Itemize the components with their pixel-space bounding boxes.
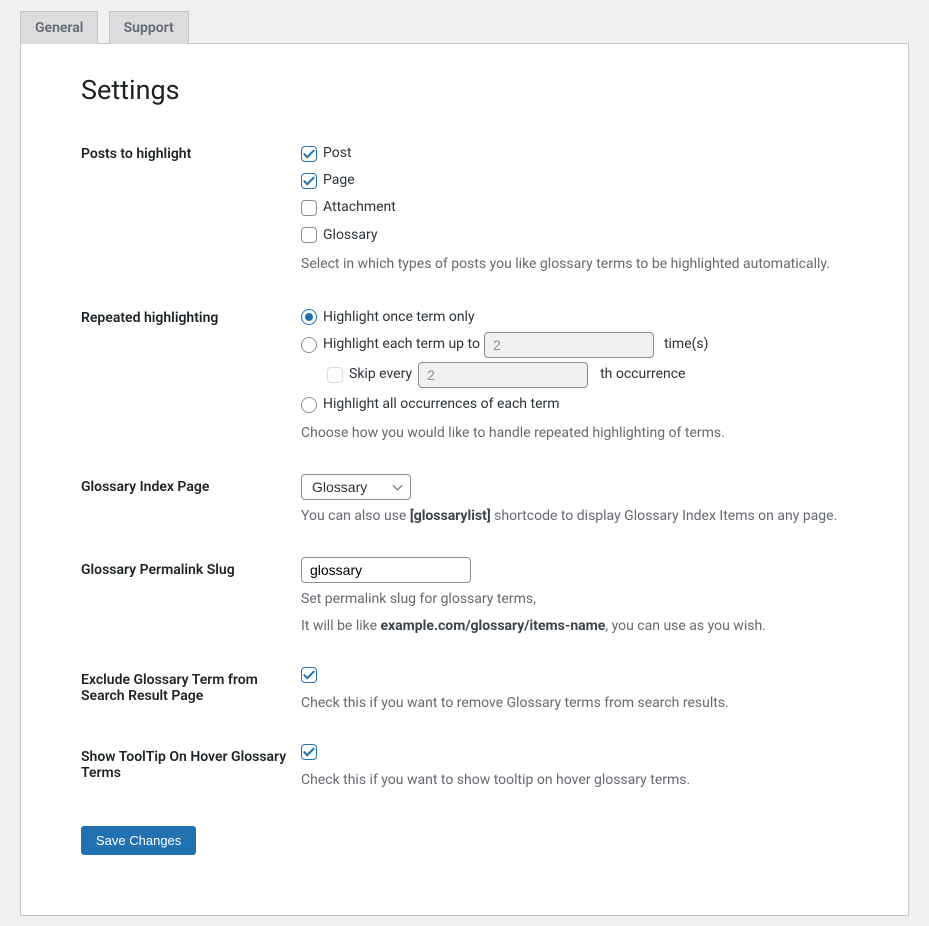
input-permalink-slug[interactable] bbox=[301, 557, 471, 583]
checkbox-show-tooltip[interactable] bbox=[301, 744, 317, 760]
checkbox-skip-every-label-post: th occurrence bbox=[600, 362, 685, 387]
radio-highlight-once[interactable] bbox=[301, 309, 317, 325]
desc-repeated-highlighting: Choose how you would like to handle repe… bbox=[301, 423, 838, 444]
desc-show-tooltip: Check this if you want to show tooltip o… bbox=[301, 770, 838, 791]
input-upto-times[interactable] bbox=[484, 332, 654, 358]
checkbox-glossary[interactable] bbox=[301, 227, 317, 243]
label-exclude-search: Exclude Glossary Term from Search Result… bbox=[81, 652, 301, 729]
label-permalink-slug: Glossary Permalink Slug bbox=[81, 542, 301, 652]
save-changes-button[interactable]: Save Changes bbox=[81, 826, 196, 855]
label-posts-to-highlight: Posts to highlight bbox=[81, 126, 301, 290]
checkbox-glossary-label[interactable]: Glossary bbox=[323, 223, 377, 248]
desc-posts-to-highlight: Select in which types of posts you like … bbox=[301, 254, 838, 275]
radio-highlight-upto-label-pre[interactable]: Highlight each term up to bbox=[323, 332, 480, 357]
select-index-page[interactable]: Glossary bbox=[301, 474, 411, 500]
radio-highlight-upto-label-post: time(s) bbox=[664, 332, 709, 357]
desc-exclude-search: Check this if you want to remove Glossar… bbox=[301, 693, 838, 714]
desc-permalink-slug-2: It will be like example.com/glossary/ite… bbox=[301, 616, 838, 637]
radio-highlight-once-label[interactable]: Highlight once term only bbox=[323, 305, 475, 330]
page-title: Settings bbox=[81, 74, 848, 106]
checkbox-exclude-search[interactable] bbox=[301, 667, 317, 683]
label-repeated-highlighting: Repeated highlighting bbox=[81, 290, 301, 459]
checkbox-post-label[interactable]: Post bbox=[323, 141, 352, 166]
checkbox-attachment[interactable] bbox=[301, 200, 317, 216]
radio-highlight-all-label[interactable]: Highlight all occurrences of each term bbox=[323, 392, 560, 417]
label-show-tooltip: Show ToolTip On Hover Glossary Terms bbox=[81, 729, 301, 806]
input-skip-every[interactable] bbox=[418, 362, 588, 388]
desc-index-page: You can also use [glossarylist] shortcod… bbox=[301, 506, 838, 527]
settings-panel: Settings Posts to highlight Post Page bbox=[20, 44, 909, 916]
checkbox-page[interactable] bbox=[301, 173, 317, 189]
checkbox-skip-every-label-pre[interactable]: Skip every bbox=[349, 362, 412, 387]
checkbox-post[interactable] bbox=[301, 146, 317, 162]
label-index-page: Glossary Index Page bbox=[81, 459, 301, 542]
checkbox-skip-every[interactable] bbox=[327, 367, 343, 383]
radio-highlight-upto[interactable] bbox=[301, 337, 317, 353]
checkbox-page-label[interactable]: Page bbox=[323, 168, 355, 193]
tab-general[interactable]: General bbox=[20, 11, 98, 44]
radio-highlight-all[interactable] bbox=[301, 397, 317, 413]
tab-bar: General Support bbox=[20, 10, 909, 44]
tab-support[interactable]: Support bbox=[109, 11, 189, 44]
checkbox-attachment-label[interactable]: Attachment bbox=[323, 195, 396, 220]
desc-permalink-slug-1: Set permalink slug for glossary terms, bbox=[301, 589, 838, 610]
